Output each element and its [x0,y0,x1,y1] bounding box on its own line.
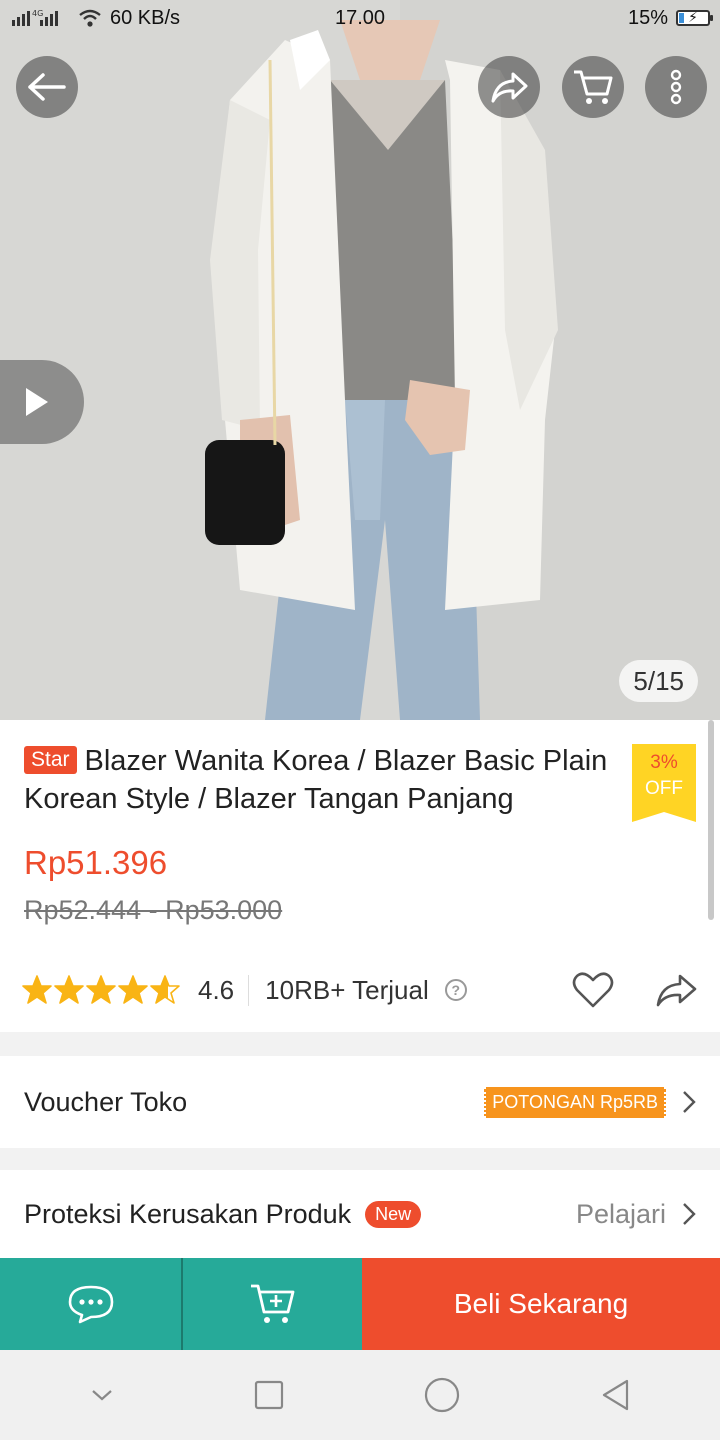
star-icon [150,975,180,1004]
product-price: Rp51.396 [24,844,168,881]
battery-icon: ⚡ [676,9,713,26]
star-seller-badge: Star [24,746,77,774]
voucher-row[interactable]: Voucher Toko POTONGAN Rp5RB [0,1056,720,1148]
rating-value: 4.6 [198,974,250,1006]
cart-icon [574,70,613,104]
star-icon [54,975,84,1004]
svg-text:4G: 4G [32,9,43,18]
scroll-indicator [708,720,714,920]
network-speed: 60 KB/s [110,6,181,29]
gallery-counter: 5/15 [619,660,698,702]
recent-apps-icon[interactable] [254,1380,284,1410]
back-button[interactable] [16,56,78,118]
protection-label: Proteksi Kerusakan Produk [24,1198,352,1229]
status-bar: 4G 60 KB/s 17.00 15% ⚡ [0,0,720,36]
product-info-section: Star Blazer Wanita Korea / Blazer Basic P… [0,720,720,1032]
rating-row: 4.6 10RB+ Terjual ? [22,970,698,1010]
play-video-button[interactable] [0,360,84,444]
chevron-down-icon[interactable] [90,1387,114,1403]
battery-percent: 15% [627,6,668,29]
heart-icon[interactable] [572,971,614,1009]
back-nav-icon[interactable] [600,1378,630,1412]
more-vertical-icon [670,69,682,105]
buy-now-button[interactable]: Beli Sekarang [362,1258,720,1350]
star-icon [118,975,148,1004]
bottom-action-bar: Beli Sekarang [0,1258,720,1350]
add-cart-icon [250,1284,294,1323]
new-badge: New [365,1200,422,1228]
protection-row[interactable]: Proteksi Kerusakan Produk New Pelajari [0,1170,720,1258]
star-icon [22,975,52,1004]
back-arrow-icon [28,73,66,101]
share-button[interactable] [478,56,540,118]
rating-stars [22,975,180,1005]
wifi-icon [79,9,101,27]
discount-off-label: OFF [645,778,683,799]
chevron-right-icon [683,1091,696,1113]
more-options-button[interactable] [645,56,707,118]
chat-button[interactable] [0,1258,181,1350]
voucher-label: Voucher Toko [24,1086,188,1117]
star-icon [86,975,116,1004]
learn-more-link[interactable]: Pelajari [576,1199,666,1230]
play-icon [26,388,48,416]
chat-icon [68,1285,113,1324]
system-nav-bar [0,1350,720,1440]
add-to-cart-button[interactable] [181,1258,362,1350]
home-icon[interactable] [424,1377,460,1413]
discount-percent: 3% [650,752,678,773]
sold-count: 10RB+ Terjual [265,974,429,1005]
original-price: Rp52.444 - Rp53.000 [24,895,283,925]
voucher-tag: POTONGAN Rp5RB [484,1086,666,1118]
cart-button[interactable] [562,56,624,118]
product-title-row: Star Blazer Wanita Korea / Blazer Basic P… [24,742,620,818]
product-title: Blazer Wanita Korea / Blazer Basic Plain… [24,745,608,815]
signal-icon: 4G [12,9,58,26]
share-product-icon[interactable] [654,972,698,1008]
discount-badge: 3% OFF [632,744,696,822]
share-icon [491,72,528,103]
help-icon[interactable]: ? [444,979,467,1001]
chevron-right-icon [683,1203,696,1225]
